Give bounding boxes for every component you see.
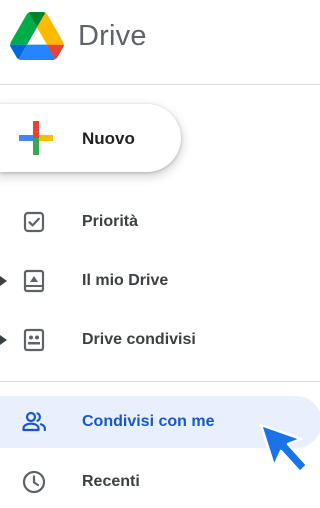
new-button-label: Nuovo [82,129,135,148]
people-icon [22,411,46,432]
mouse-pointer-icon [259,423,309,474]
expand-arrow-icon[interactable] [0,276,7,286]
sidebar-item-shared-drives[interactable]: Drive condivisi [0,314,320,366]
nav-divider [0,381,320,382]
plus-icon [19,121,53,155]
drive-logo-icon[interactable] [10,12,64,60]
sidebar-item-label: Recenti [82,473,140,490]
expand-arrow-icon[interactable] [0,335,7,345]
sidebar-item-label: Condivisi con me [82,413,215,430]
priority-checkbox-icon [23,211,45,233]
header: Drive [0,0,320,84]
sidebar-item-my-drive[interactable]: Il mio Drive [0,255,320,307]
sidebar-item-priority[interactable]: Priorità [0,196,320,248]
sidebar-item-label: Priorità [82,213,139,230]
shared-drives-icon [23,328,45,352]
my-drive-icon [23,269,45,293]
sidebar-item-label: Il mio Drive [82,272,169,289]
app-title: Drive [78,20,147,52]
new-button[interactable]: Nuovo [0,104,181,172]
sidebar-item-label: Drive condivisi [82,331,196,348]
clock-icon [22,470,46,494]
header-divider [0,84,320,85]
